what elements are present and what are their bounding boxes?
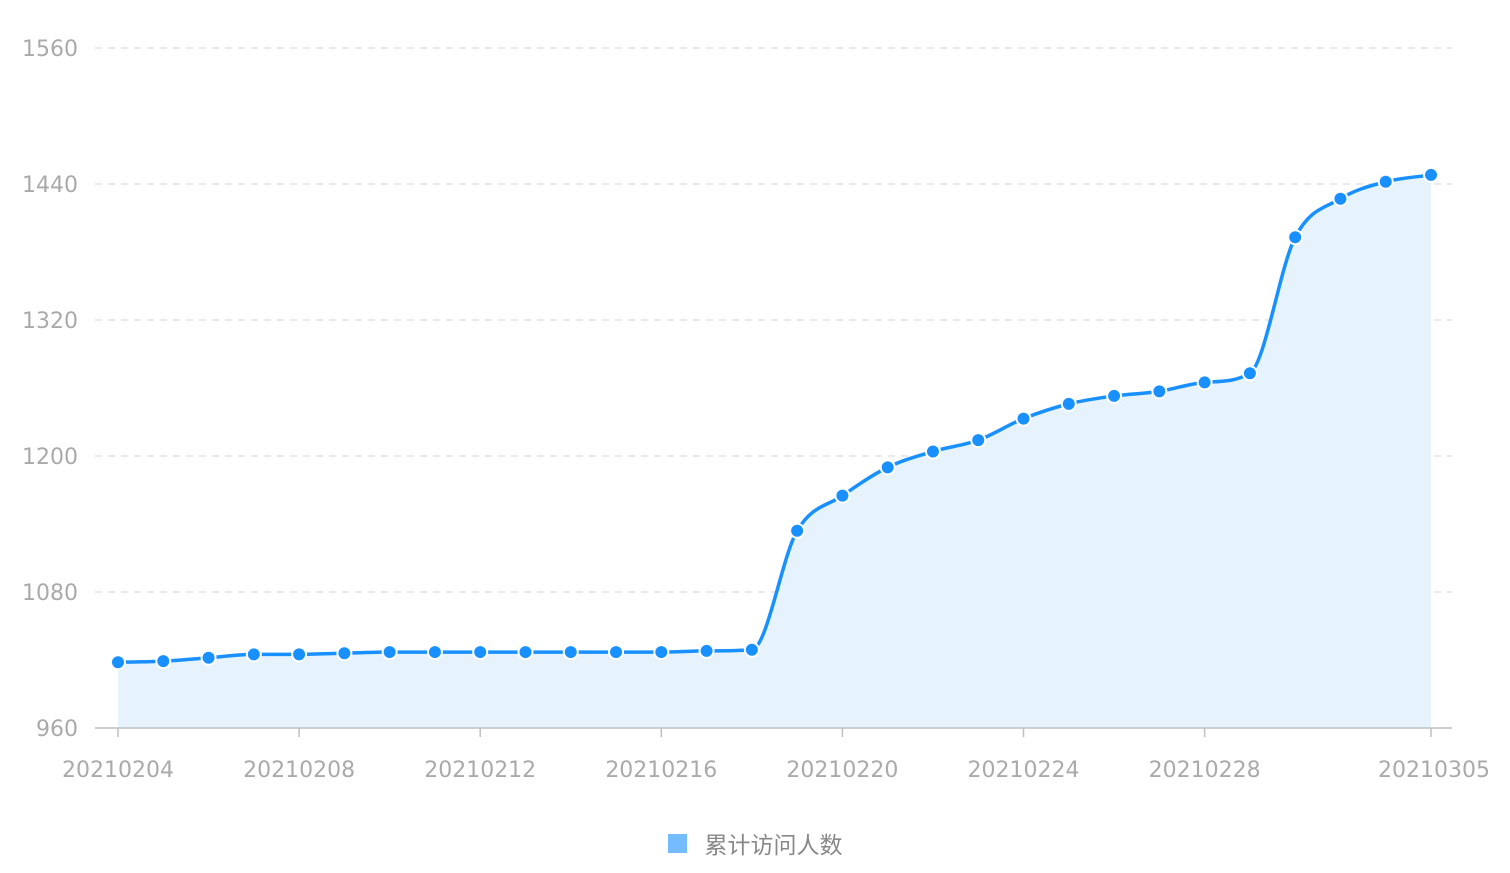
x-tick-label: 20210216 xyxy=(605,758,717,783)
y-tick-label: 960 xyxy=(36,717,78,742)
y-tick-label: 1560 xyxy=(22,37,78,62)
data-point xyxy=(291,646,308,663)
data-point xyxy=(1241,365,1258,382)
data-point xyxy=(200,649,217,666)
legend-label: 累计访问人数 xyxy=(704,833,843,859)
data-point xyxy=(1332,190,1349,207)
legend-swatch xyxy=(667,833,687,853)
data-point xyxy=(1106,387,1123,404)
chart-container: 960 1080 1200 1320 1440 1560 20210204 20210208 2… xyxy=(0,0,1510,873)
data-point xyxy=(789,522,806,539)
y-tick-label: 1440 xyxy=(22,173,78,198)
data-point xyxy=(608,644,625,661)
x-tick-label: 20210228 xyxy=(1149,758,1261,783)
data-point xyxy=(1196,374,1213,391)
data-point xyxy=(743,641,760,658)
data-point xyxy=(110,654,126,671)
data-point xyxy=(653,644,670,661)
data-point xyxy=(970,432,987,449)
data-point xyxy=(562,644,579,661)
line-area-chart: 960 1080 1200 1320 1440 1560 20210204 20210208 2… xyxy=(22,37,1490,783)
x-tick-label: 20210220 xyxy=(786,758,898,783)
legend[interactable]: 累计访问人数 xyxy=(0,826,1510,860)
y-tick-label: 1080 xyxy=(22,581,78,606)
data-point xyxy=(1151,383,1168,400)
data-point xyxy=(1423,166,1439,183)
series-area xyxy=(118,174,1431,728)
x-tick-label: 20210204 xyxy=(62,758,174,783)
data-point xyxy=(1015,410,1032,427)
x-tick-label: 20210208 xyxy=(243,758,355,783)
data-point xyxy=(1287,229,1304,246)
x-tick-label: 20210224 xyxy=(968,758,1080,783)
data-point xyxy=(1060,395,1077,412)
data-point xyxy=(517,644,534,661)
data-point xyxy=(381,644,398,661)
data-point xyxy=(1377,173,1394,190)
data-point xyxy=(245,646,262,663)
data-point xyxy=(879,459,896,476)
data-point xyxy=(834,487,851,504)
x-tick-label: 20210212 xyxy=(424,758,536,783)
data-point xyxy=(336,645,353,662)
y-tick-label: 1200 xyxy=(22,445,78,470)
x-tick-label: 20210305 xyxy=(1378,758,1490,783)
data-point xyxy=(698,642,715,659)
data-point xyxy=(155,653,172,670)
data-point xyxy=(472,644,489,661)
data-point xyxy=(924,443,941,460)
y-tick-label: 1320 xyxy=(22,309,78,334)
data-point xyxy=(426,644,443,661)
